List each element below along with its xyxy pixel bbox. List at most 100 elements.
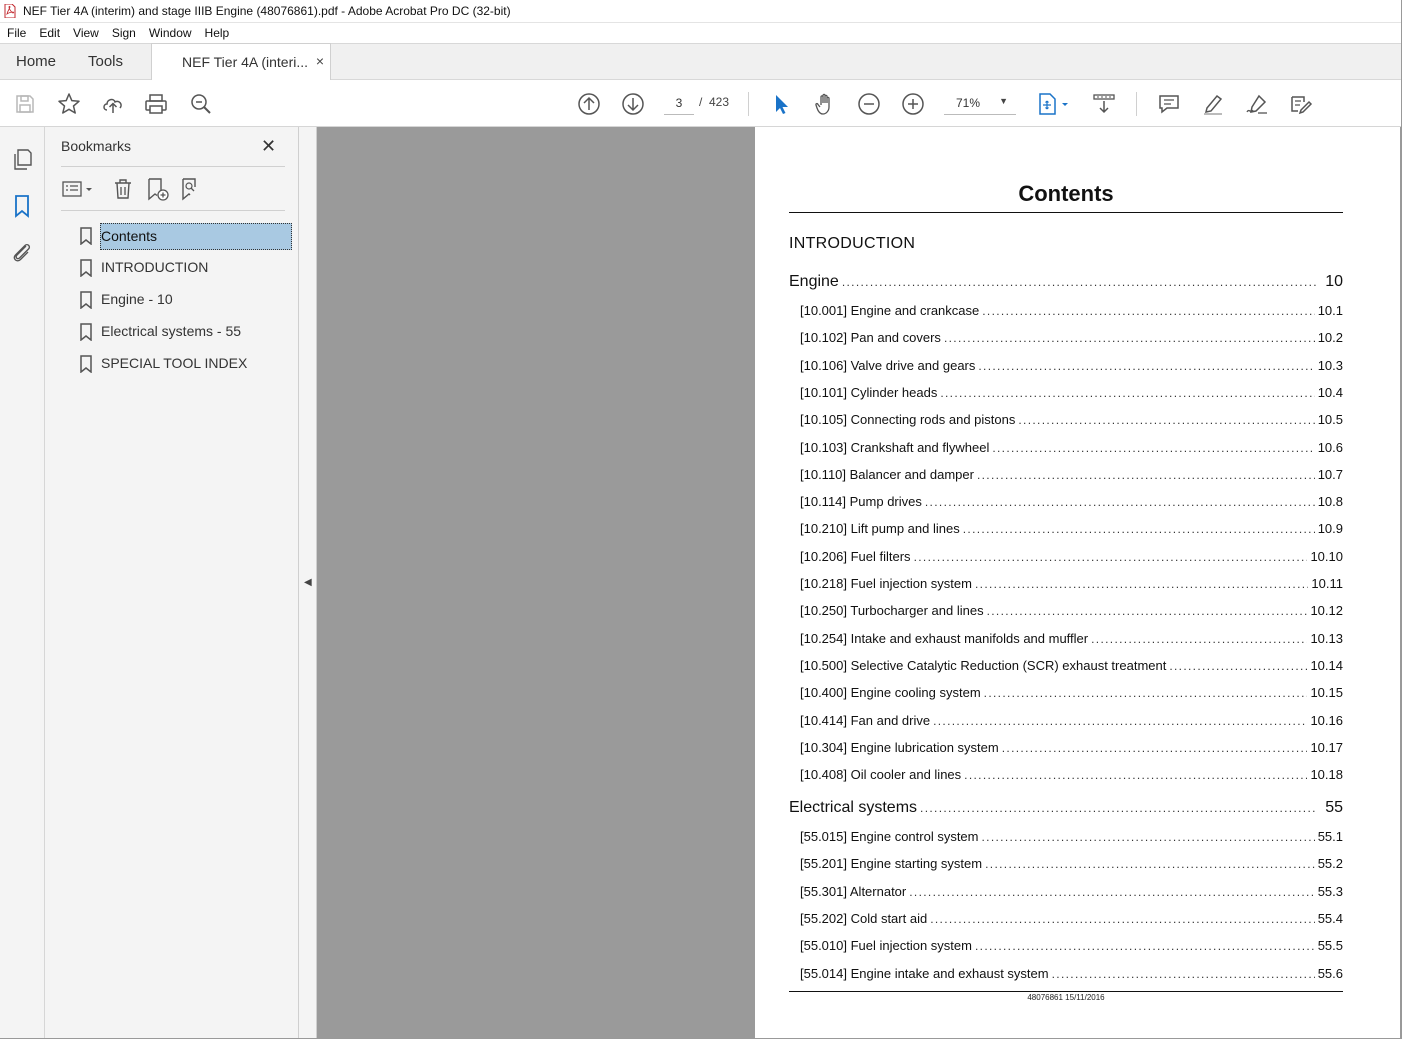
toc-entry[interactable]: [10.414] Fan and drive 10.16	[789, 713, 1343, 728]
toc-leader-dots	[1169, 659, 1307, 673]
bookmark-item-special-tool-index[interactable]: SPECIAL TOOL INDEX	[75, 351, 295, 383]
toc-entry-title: [55.202] Cold start aid	[800, 910, 928, 926]
bookmark-icon	[80, 227, 92, 245]
toolbar-divider	[1136, 92, 1137, 116]
toc-leader-dots	[985, 857, 1315, 871]
bookmark-label: INTRODUCTION	[101, 259, 209, 275]
toc-entry-number: 10.4	[1317, 384, 1343, 400]
bookmark-item-contents[interactable]: Contents	[75, 223, 295, 255]
collapse-arrow-icon[interactable]: ◀	[304, 577, 312, 588]
toc-entry[interactable]: [10.408] Oil cooler and lines 10.18	[789, 767, 1343, 782]
toc-entry[interactable]: [10.400] Engine cooling system 10.15	[789, 685, 1343, 700]
tab-close-icon[interactable]: ×	[316, 53, 324, 69]
page-thumbnails-icon[interactable]	[10, 148, 34, 172]
toc-leader-dots	[992, 441, 1314, 455]
toc-entry[interactable]: [55.014] Engine intake and exhaust syste…	[789, 966, 1343, 981]
toc-entry[interactable]: [10.105] Connecting rods and pistons 10.5	[789, 412, 1343, 427]
toc-entry[interactable]: [10.218] Fuel injection system 10.11	[789, 576, 1343, 591]
close-icon[interactable]: ✕	[261, 136, 279, 156]
toc-leader-dots	[933, 714, 1307, 728]
toc-entry-title: [10.101] Cylinder heads	[800, 384, 938, 400]
document-viewer[interactable]: Contents INTRODUCTION Engine 10 [10.001] E…	[317, 127, 1402, 1039]
menu-window[interactable]: Window	[142, 26, 198, 40]
toc-entry-title: [10.106] Valve drive and gears	[800, 357, 976, 373]
upload-icon[interactable]	[100, 91, 126, 117]
tab-home[interactable]: Home	[16, 53, 56, 70]
next-page-icon[interactable]	[620, 91, 646, 117]
attachments-icon[interactable]	[10, 240, 34, 264]
previous-page-icon[interactable]	[576, 91, 602, 117]
toc-leader-dots	[964, 768, 1307, 782]
toc-entry[interactable]: [10.106] Valve drive and gears 10.3	[789, 358, 1343, 373]
zoom-in-icon[interactable]	[900, 91, 926, 117]
toc-entry-number: 55.2	[1317, 856, 1343, 872]
toc-entry-title: [55.014] Engine intake and exhaust syste…	[800, 965, 1049, 981]
fit-page-icon[interactable]	[1036, 91, 1072, 117]
bookmark-item-electrical[interactable]: Electrical systems - 55	[75, 319, 295, 351]
toc-entry[interactable]: [55.201] Engine starting system 55.2	[789, 856, 1343, 871]
toc-entry[interactable]: [10.500] Selective Catalytic Reduction (…	[789, 658, 1343, 673]
toc-entry[interactable]: [10.101] Cylinder heads 10.4	[789, 385, 1343, 400]
toc-entry-title: [10.105] Connecting rods and pistons	[800, 412, 1016, 428]
toc-entry[interactable]: [55.010] Fuel injection system 55.5	[789, 938, 1343, 953]
find-zoom-icon[interactable]	[188, 91, 214, 117]
toc-entry[interactable]: [10.210] Lift pump and lines 10.9	[789, 521, 1343, 536]
bookmark-options-icon[interactable]	[61, 177, 95, 201]
toc-entry-number: 10.15	[1310, 685, 1343, 701]
panel-collapse-strip[interactable]: ◀	[299, 127, 317, 1039]
fill-edit-icon[interactable]	[1288, 91, 1314, 117]
toc-section[interactable]: Electrical systems 55	[789, 799, 1343, 817]
toc-entry-number: 10.12	[1310, 603, 1343, 619]
highlight-icon[interactable]	[1200, 91, 1226, 117]
window-title: NEF Tier 4A (interim) and stage IIIB Eng…	[23, 4, 511, 18]
delete-bookmark-icon[interactable]	[111, 177, 135, 201]
footer-rule	[789, 991, 1343, 992]
bookmark-label: SPECIAL TOOL INDEX	[101, 355, 248, 371]
toc-section-title: Electrical systems	[789, 799, 918, 816]
select-cursor-icon[interactable]	[768, 91, 794, 117]
tab-document[interactable]: NEF Tier 4A (interi... ×	[151, 43, 331, 80]
bookmark-search-icon[interactable]	[179, 177, 203, 201]
toc-entry[interactable]: [10.102] Pan and covers 10.2	[789, 330, 1343, 345]
menu-view[interactable]: View	[66, 26, 105, 40]
toc-entry-title: [55.015] Engine control system	[800, 829, 979, 844]
zoom-select[interactable]: 71% ▼	[944, 93, 1016, 115]
menu-file[interactable]: File	[0, 26, 32, 40]
menu-help[interactable]: Help	[198, 26, 236, 40]
bookmark-star-icon[interactable]	[56, 91, 82, 117]
page-number-input[interactable]: 3	[664, 93, 694, 115]
toc-entry[interactable]: [10.110] Balancer and damper 10.7	[789, 467, 1343, 482]
new-bookmark-icon[interactable]	[145, 177, 169, 201]
toc-introduction[interactable]: INTRODUCTION	[789, 235, 915, 253]
toc-entry[interactable]: [10.001] Engine and crankcase 10.1	[789, 303, 1343, 318]
print-icon[interactable]	[143, 91, 169, 117]
toc-leader-dots	[978, 359, 1314, 373]
hand-icon[interactable]	[812, 91, 838, 117]
zoom-out-icon[interactable]	[856, 91, 882, 117]
toc-entry-number: 10.13	[1310, 630, 1343, 646]
toc-entry[interactable]: [55.301] Alternator 55.3	[789, 884, 1343, 899]
toc-section[interactable]: Engine 10	[789, 273, 1343, 291]
menu-edit[interactable]: Edit	[32, 26, 66, 40]
toc-leader-dots	[842, 275, 1316, 289]
toc-leader-dots	[975, 577, 1308, 591]
menu-sign[interactable]: Sign	[105, 26, 142, 40]
toc-entry[interactable]: [55.202] Cold start aid 55.4	[789, 911, 1343, 926]
toc-entry[interactable]: [10.304] Engine lubrication system 10.17	[789, 740, 1343, 755]
tab-tools[interactable]: Tools	[88, 53, 123, 70]
bookmark-item-introduction[interactable]: INTRODUCTION	[75, 255, 295, 287]
toc-entry[interactable]: [10.103] Crankshaft and flywheel 10.6	[789, 440, 1343, 455]
save-icon[interactable]	[12, 91, 38, 117]
toc-entry[interactable]: [10.114] Pump drives 10.8	[789, 494, 1343, 509]
comment-icon[interactable]	[1156, 91, 1182, 117]
scroll-mode-icon[interactable]	[1091, 91, 1117, 117]
bookmarks-panel-icon[interactable]	[10, 194, 34, 218]
bookmark-item-engine[interactable]: Engine - 10	[75, 287, 295, 319]
toc-section-number: 55	[1325, 799, 1343, 816]
toc-entry[interactable]: [55.015] Engine control system 55.1	[789, 829, 1343, 844]
sign-icon[interactable]	[1244, 91, 1270, 117]
toc-entry[interactable]: [10.250] Turbocharger and lines 10.12	[789, 603, 1343, 618]
toc-entry[interactable]: [10.206] Fuel filters 10.10	[789, 549, 1343, 564]
toc-entry-title: [10.414] Fan and drive	[800, 712, 931, 728]
toc-entry[interactable]: [10.254] Intake and exhaust manifolds an…	[789, 631, 1343, 646]
